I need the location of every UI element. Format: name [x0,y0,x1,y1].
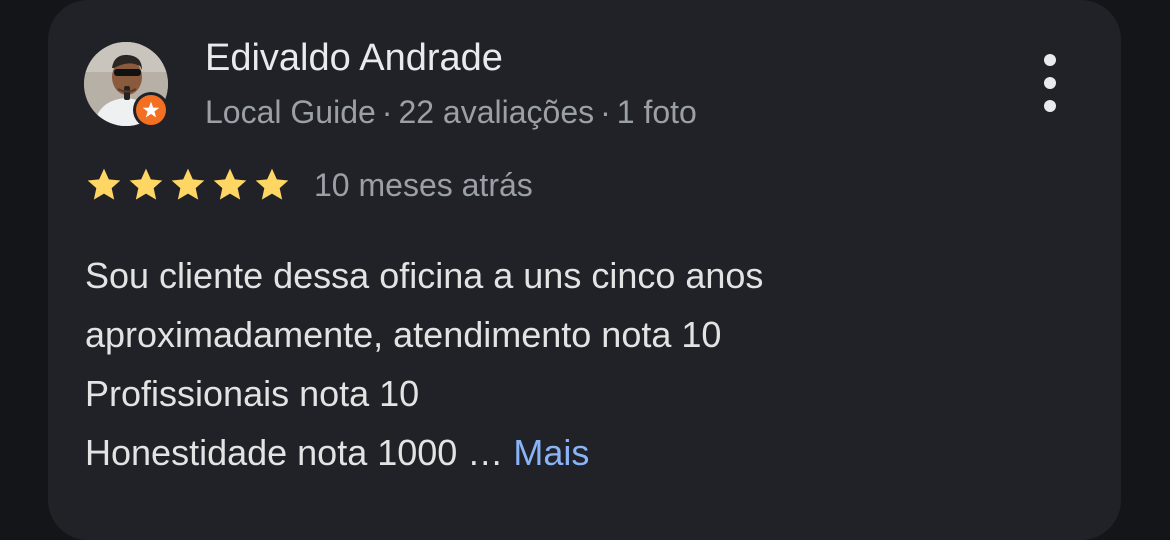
review-date: 10 meses atrás [314,167,533,203]
meta-separator: · [600,94,611,130]
review-text: Sou cliente dessa oficina a uns cinco an… [85,246,1085,482]
review-text-line-last: Honestidade nota 1000 … Mais [85,423,1085,482]
review-text-line: Honestidade nota 1000 … [85,432,504,473]
star-icon [252,165,292,205]
local-guide-star-icon [142,101,160,118]
photos-count: 1 foto [616,94,697,130]
review-text-line: aproximadamente, atendimento nota 10 [85,314,722,355]
author-name[interactable]: Edivaldo Andrade [205,36,503,80]
more-link[interactable]: Mais [513,432,589,473]
reviews-count: 22 avaliações [398,94,595,130]
local-guide-badge [133,92,169,128]
star-rating [84,165,292,205]
star-icon [210,165,250,205]
more-vert-icon [1044,54,1056,66]
more-vert-icon-dot [1044,77,1056,89]
star-icon [168,165,208,205]
more-options-button[interactable] [1030,54,1070,112]
star-icon [126,165,166,205]
review-text-line: Sou cliente dessa oficina a uns cinco an… [85,255,764,296]
more-vert-icon-dot [1044,100,1056,112]
review-text-line: Profissionais nota 10 [85,373,420,414]
meta-separator: · [381,94,393,130]
author-meta: Local Guide · 22 avaliações · 1 foto [205,92,697,132]
star-icon [84,165,124,205]
local-guide-label: Local Guide [205,94,376,130]
